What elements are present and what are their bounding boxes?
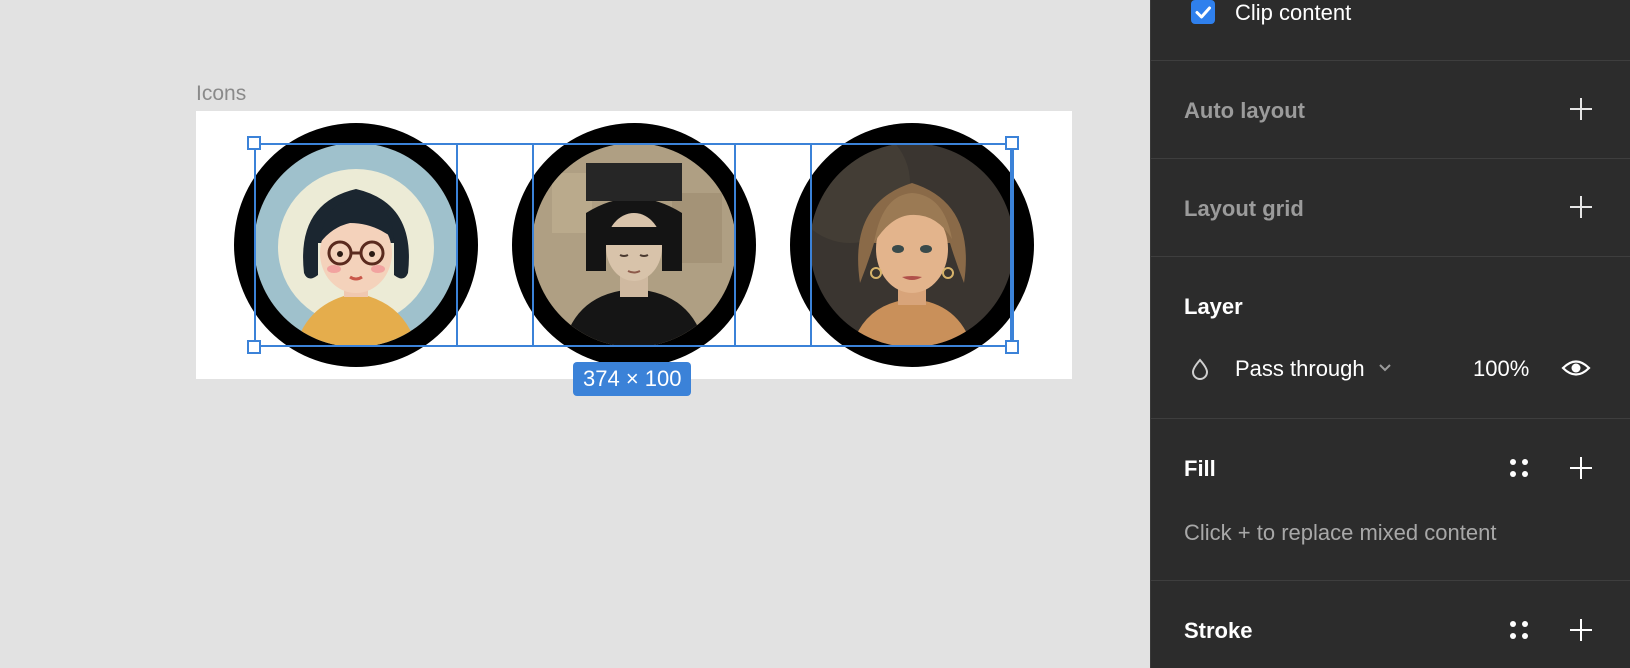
chevron-down-icon[interactable] xyxy=(1377,361,1393,373)
layer-section: Layer Pass through 100% xyxy=(1151,257,1630,419)
clip-content-section: Clip content xyxy=(1151,0,1630,61)
icons-frame[interactable] xyxy=(196,111,1072,379)
layer-opacity-input[interactable]: 100% xyxy=(1473,356,1529,382)
canvas[interactable]: Icons 374 × 100 xyxy=(0,0,1150,668)
avatar-dark-bob-portrait xyxy=(532,143,736,347)
plus-icon xyxy=(1570,619,1592,641)
clip-content-checkbox[interactable] xyxy=(1191,0,1215,24)
blend-mode-drop-icon xyxy=(1189,357,1211,381)
size-badge: 374 × 100 xyxy=(573,362,692,396)
avatar-2[interactable] xyxy=(512,123,756,367)
fill-mixed-message: Click + to replace mixed content xyxy=(1184,520,1497,545)
layout-grid-title: Layout grid xyxy=(1184,196,1304,221)
design-panel: Clip content Auto layout Layout grid Lay… xyxy=(1150,0,1630,668)
plus-icon xyxy=(1570,196,1592,218)
fill-section: Fill Click + to replace mixed content xyxy=(1151,419,1630,581)
auto-layout-section: Auto layout xyxy=(1151,61,1630,159)
layout-grid-section: Layout grid xyxy=(1151,159,1630,257)
avatar-realistic-woman xyxy=(810,143,1014,347)
avatar-3[interactable] xyxy=(790,123,1034,367)
avatar-illustrated-girl xyxy=(254,143,458,347)
layer-title: Layer xyxy=(1184,294,1243,319)
add-layout-grid-button[interactable] xyxy=(1567,193,1595,221)
fill-title: Fill xyxy=(1184,456,1216,481)
stroke-title: Stroke xyxy=(1184,618,1253,643)
auto-layout-title: Auto layout xyxy=(1184,98,1305,123)
resize-handle-top-left[interactable] xyxy=(247,136,261,150)
resize-handle-bottom-left[interactable] xyxy=(247,340,261,354)
blend-mode-select[interactable]: Pass through xyxy=(1235,356,1365,382)
add-fill-button[interactable] xyxy=(1567,454,1595,482)
frame-label[interactable]: Icons xyxy=(196,82,246,106)
eye-icon[interactable] xyxy=(1561,357,1591,379)
avatar-1[interactable] xyxy=(234,123,478,367)
add-stroke-button[interactable] xyxy=(1567,616,1595,644)
add-auto-layout-button[interactable] xyxy=(1567,95,1595,123)
stroke-section: Stroke xyxy=(1151,581,1630,668)
resize-handle-bottom-right[interactable] xyxy=(1005,340,1019,354)
check-icon xyxy=(1195,6,1211,19)
stroke-styles-icon[interactable] xyxy=(1508,619,1530,641)
resize-handle-top-right[interactable] xyxy=(1005,136,1019,150)
plus-icon xyxy=(1570,98,1592,120)
plus-icon xyxy=(1570,457,1592,479)
fill-styles-icon[interactable] xyxy=(1508,457,1530,479)
clip-content-label[interactable]: Clip content xyxy=(1235,0,1351,26)
